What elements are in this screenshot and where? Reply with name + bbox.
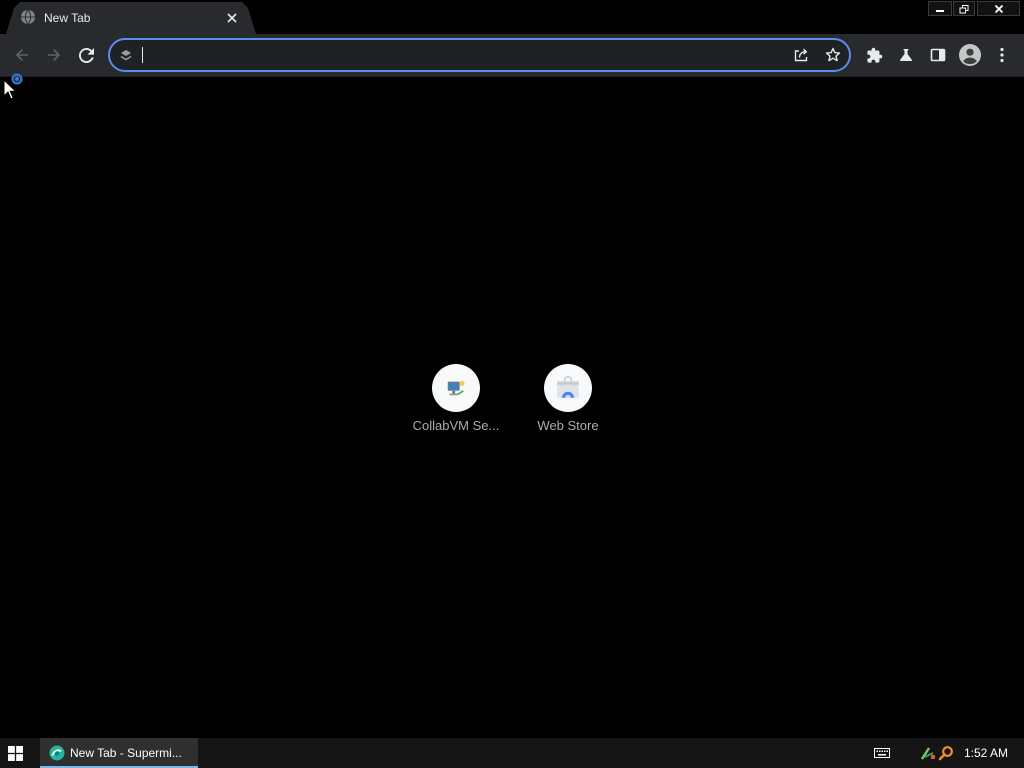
reload-icon	[78, 47, 94, 63]
tab-strip: New Tab	[0, 0, 1024, 34]
text-caret	[142, 47, 143, 63]
mouse-cursor-icon	[2, 72, 28, 102]
tab-new-tab[interactable]: New Tab	[6, 2, 256, 34]
close-icon	[994, 4, 1004, 14]
arrow-right-icon	[46, 47, 62, 63]
magnifier-icon[interactable]	[938, 745, 954, 761]
close-icon[interactable]	[224, 10, 240, 26]
restore-button[interactable]	[953, 1, 975, 16]
share-icon[interactable]	[793, 47, 809, 63]
star-icon[interactable]	[825, 47, 841, 63]
avatar-icon	[958, 43, 982, 67]
minimize-icon	[935, 4, 945, 14]
supermium-icon	[49, 745, 65, 761]
taskbar-window-button[interactable]: New Tab - Supermi...	[40, 738, 198, 768]
collabvm-icon	[445, 377, 467, 399]
window-close-button[interactable]	[977, 1, 1020, 16]
address-input[interactable]	[144, 45, 774, 65]
shortcut-label: Web Store	[537, 418, 599, 433]
puzzle-icon	[866, 47, 883, 64]
taskbar-clock[interactable]: 1:52 AM	[958, 746, 1014, 760]
forward-button[interactable]	[40, 41, 68, 69]
new-tab-page: CollabVM Se... Web Store	[0, 77, 1024, 738]
arrow-left-icon	[14, 47, 30, 63]
shortcut-tile[interactable]: Web Store	[512, 356, 624, 452]
minimize-button[interactable]	[928, 1, 952, 16]
taskbar-window-label: New Tab - Supermi...	[70, 746, 182, 760]
flask-icon	[897, 46, 915, 64]
keyboard-icon[interactable]	[874, 745, 890, 761]
labs-button[interactable]	[892, 41, 920, 69]
taskbar: New Tab - Supermi... 1:52 AM	[0, 738, 1024, 768]
extensions-button[interactable]	[860, 41, 888, 69]
shortcut-tile[interactable]: CollabVM Se...	[400, 356, 512, 452]
side-panel-button[interactable]	[924, 41, 952, 69]
tab-title: New Tab	[44, 11, 91, 25]
search-engine-icon	[119, 48, 133, 62]
kebab-menu-icon	[1000, 47, 1004, 63]
shortcut-label: CollabVM Se...	[412, 418, 500, 433]
menu-button[interactable]	[988, 41, 1016, 69]
omnibox[interactable]	[108, 38, 851, 72]
shortcut-icon-circle	[544, 364, 592, 412]
network-icon[interactable]	[920, 745, 936, 761]
shortcut-icon-circle	[432, 364, 480, 412]
reload-button[interactable]	[72, 41, 100, 69]
web-store-icon	[555, 375, 581, 401]
globe-icon	[20, 9, 36, 25]
windows-logo-icon	[7, 745, 23, 761]
back-button[interactable]	[8, 41, 36, 69]
start-button[interactable]	[0, 738, 30, 768]
profile-button[interactable]	[956, 41, 984, 69]
browser-toolbar	[0, 34, 1024, 77]
restore-icon	[959, 4, 969, 14]
side-panel-icon	[930, 47, 946, 63]
